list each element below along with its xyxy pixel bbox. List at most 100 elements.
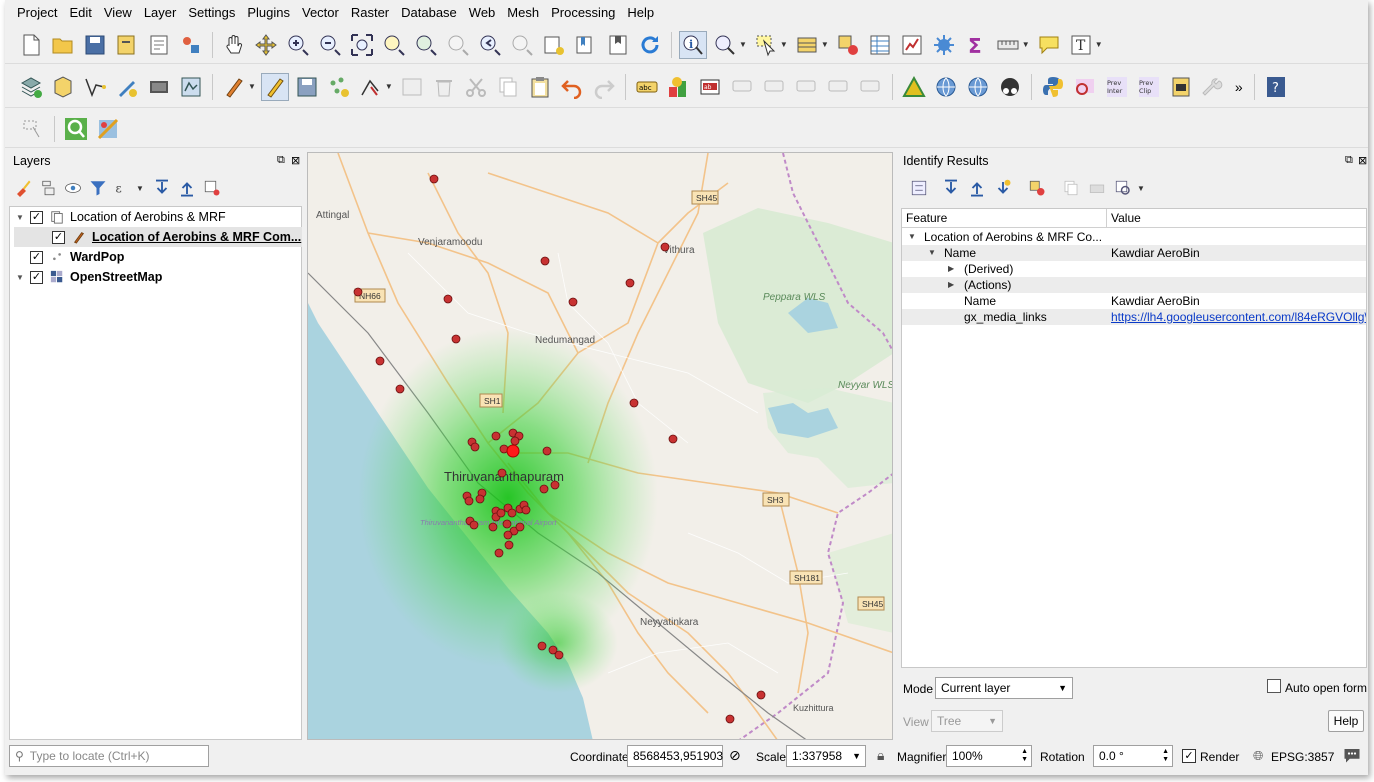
show-hide-labels-icon[interactable] <box>761 73 789 101</box>
column-header-value[interactable]: Value <box>1111 211 1141 225</box>
undo-icon[interactable] <box>558 73 586 101</box>
help-button[interactable]: Help <box>1328 710 1364 732</box>
chevron-down-icon[interactable]: ▼ <box>821 40 829 49</box>
map-tips-icon[interactable] <box>711 31 739 59</box>
aerobin-point[interactable] <box>504 540 514 550</box>
aerobin-point[interactable] <box>375 356 385 366</box>
menu-plugins[interactable]: Plugins <box>241 0 296 26</box>
screenshot-icon[interactable] <box>1167 73 1195 101</box>
layer-row-wardpop[interactable]: ✓ WardPop <box>14 247 124 267</box>
aerobin-point[interactable] <box>502 519 512 529</box>
map-svg[interactable]: Attingal Venjaramoodu Vithura Nedumangad… <box>308 153 893 740</box>
wfs-icon[interactable] <box>964 73 992 101</box>
quick-search-icon[interactable] <box>62 115 90 143</box>
georeferencer-icon[interactable] <box>900 73 928 101</box>
save-project-icon[interactable] <box>81 31 109 59</box>
mode-select[interactable]: Current layer ▼ <box>935 677 1073 699</box>
column-header-feature[interactable]: Feature <box>906 211 947 225</box>
add-point-icon[interactable] <box>325 73 353 101</box>
aerobin-point[interactable] <box>353 287 363 297</box>
aerobin-point[interactable] <box>756 690 766 700</box>
aerobin-point[interactable] <box>464 496 474 506</box>
new-project-icon[interactable] <box>17 31 45 59</box>
table-row[interactable]: gx_media_links https://lh4.googleusercon… <box>902 309 1366 325</box>
help-contents-icon[interactable]: ? <box>1262 73 1290 101</box>
aerobin-point[interactable] <box>429 174 439 184</box>
add-group-icon[interactable] <box>38 178 58 198</box>
expand-all-icon[interactable] <box>941 178 961 198</box>
aerobin-point[interactable] <box>451 334 461 344</box>
aerobin-point[interactable] <box>515 522 525 532</box>
print-layout-icon[interactable] <box>145 31 173 59</box>
text-annotation-icon[interactable]: T <box>1067 31 1095 59</box>
pan-icon[interactable] <box>220 31 248 59</box>
collapse-arrow-icon[interactable]: ▼ <box>928 245 936 261</box>
locator-search[interactable]: ⚲ Type to locate (Ctrl+K) <box>9 745 209 767</box>
chevron-down-icon[interactable]: ▼ <box>385 82 393 91</box>
aerobin-point[interactable] <box>539 484 549 494</box>
toolbar-overflow-icon[interactable]: » <box>1235 79 1243 95</box>
change-label-icon[interactable] <box>857 73 885 101</box>
table-row[interactable]: Name Kawdiar AeroBin <box>902 293 1366 309</box>
aerobin-point[interactable] <box>521 505 531 515</box>
zoom-selection-icon[interactable] <box>380 31 408 59</box>
collapse-all-icon[interactable] <box>967 178 987 198</box>
menu-database[interactable]: Database <box>395 0 463 26</box>
layer-row-group[interactable]: ▼ ✓ Location of Aerobins & MRF <box>14 207 226 227</box>
map-canvas[interactable]: Attingal Venjaramoodu Vithura Nedumangad… <box>307 152 893 740</box>
layer-row-selected[interactable]: ✓ Location of Aerobins & MRF Com... <box>14 227 302 247</box>
layer-diagram-icon[interactable] <box>665 73 693 101</box>
selected-feature-point[interactable] <box>506 444 520 458</box>
temporal-controller-icon[interactable] <box>604 31 632 59</box>
rotation-field[interactable]: 0.0 ° ▲ ▼ <box>1093 745 1173 767</box>
float-panel-icon[interactable]: ⧉ <box>277 154 285 167</box>
deselect-all-icon[interactable] <box>834 31 862 59</box>
measure-icon[interactable] <box>994 31 1022 59</box>
menu-project[interactable]: Project <box>11 0 63 26</box>
auto-open-checkbox[interactable] <box>1267 679 1281 693</box>
attribute-table-select-icon[interactable] <box>793 31 821 59</box>
delete-selected-icon[interactable] <box>430 73 458 101</box>
move-label-icon[interactable] <box>793 73 821 101</box>
processing-toolbox-icon[interactable] <box>930 31 958 59</box>
sum-icon[interactable]: Σ <box>962 31 990 59</box>
menu-view[interactable]: View <box>98 0 138 26</box>
save-edits-icon[interactable] <box>293 73 321 101</box>
chevron-down-icon[interactable]: ▼ <box>1095 40 1103 49</box>
layer-checkbox[interactable]: ✓ <box>30 250 43 264</box>
table-row[interactable]: ▶ (Actions) <box>902 277 1366 293</box>
copy-feature-icon[interactable] <box>1061 178 1081 198</box>
aerobin-point[interactable] <box>537 641 547 651</box>
chevron-down-icon[interactable]: ▼ <box>852 751 861 761</box>
lock-scale-icon[interactable]: 🔒︎ <box>877 747 884 764</box>
aerobin-point[interactable] <box>554 650 564 660</box>
osm-download-icon[interactable] <box>996 73 1024 101</box>
chevron-down-icon[interactable]: ▼ <box>739 40 747 49</box>
aerobin-point[interactable] <box>491 431 501 441</box>
menu-edit[interactable]: Edit <box>63 0 97 26</box>
new-temp-layer-icon[interactable] <box>113 73 141 101</box>
aerobin-point[interactable] <box>507 508 517 518</box>
new-bookmark-icon[interactable] <box>540 31 568 59</box>
expand-tree-icon[interactable] <box>909 178 929 198</box>
menu-settings[interactable]: Settings <box>182 0 241 26</box>
menu-mesh[interactable]: Mesh <box>501 0 545 26</box>
clear-results-icon[interactable] <box>1027 178 1047 198</box>
collapse-arrow-icon[interactable]: ▼ <box>908 229 916 245</box>
open-project-icon[interactable] <box>49 31 77 59</box>
aerobin-point[interactable] <box>510 436 520 446</box>
select-features-icon[interactable] <box>752 31 780 59</box>
layer-properties-icon[interactable] <box>177 73 205 101</box>
pan-to-selection-icon[interactable] <box>252 31 280 59</box>
paste-features-icon[interactable] <box>526 73 554 101</box>
style-panel-icon[interactable] <box>13 178 33 198</box>
new-geopackage-icon[interactable] <box>49 73 77 101</box>
redo-icon[interactable] <box>590 73 618 101</box>
aerobin-point[interactable] <box>725 714 735 724</box>
close-panel-icon[interactable]: ⊠ <box>291 154 300 167</box>
aerobin-point[interactable] <box>475 494 485 504</box>
identify-mode-icon[interactable] <box>1113 178 1133 198</box>
chevron-down-icon[interactable]: ▼ <box>1137 184 1145 193</box>
filter-legend-icon[interactable] <box>88 178 108 198</box>
wms-icon[interactable] <box>932 73 960 101</box>
